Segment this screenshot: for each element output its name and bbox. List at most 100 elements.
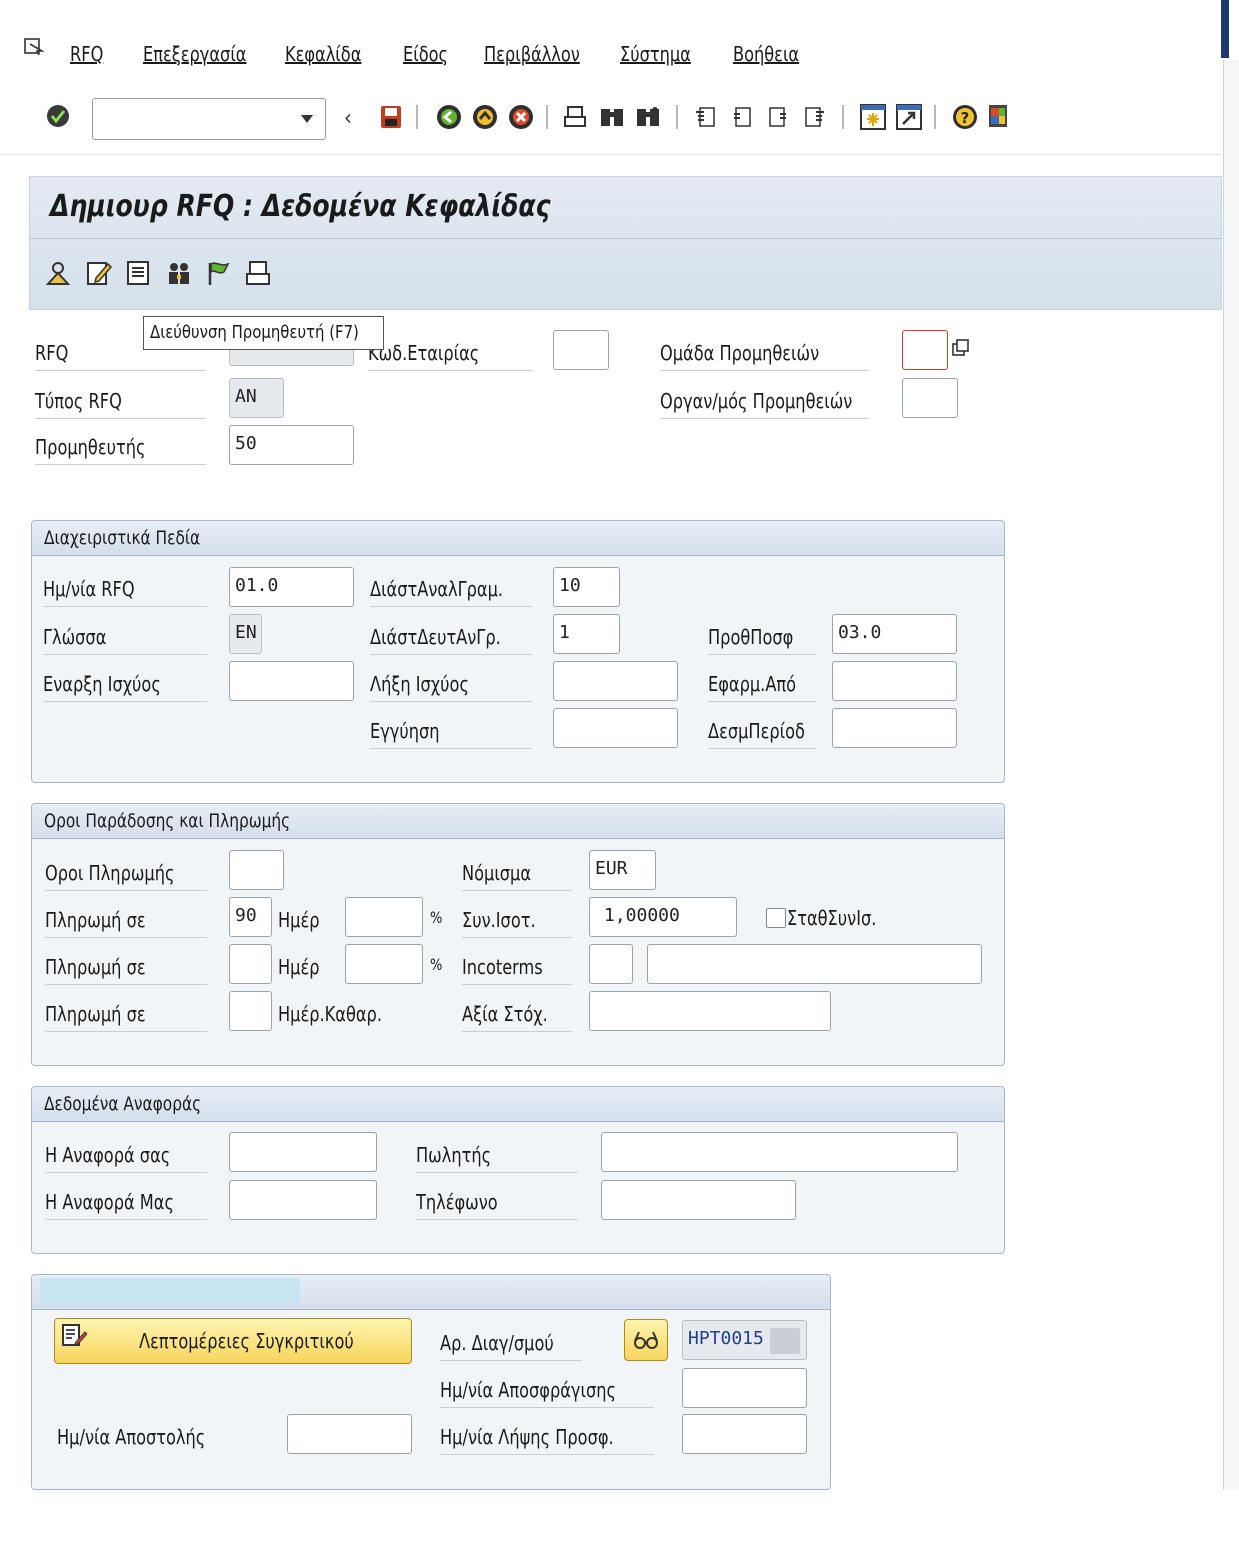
print-preview-icon[interactable] xyxy=(246,260,270,290)
dropdown-arrow-icon[interactable] xyxy=(301,115,313,123)
toolbar-separator xyxy=(546,105,548,129)
company-code-field[interactable] xyxy=(553,330,609,370)
subitem-interval-field[interactable]: 1 xyxy=(553,614,620,654)
comparison-details-button[interactable]: Λεπτομέρειες Συγκριτικού xyxy=(54,1318,412,1364)
toolbar-separator xyxy=(416,105,418,129)
unsealing-date-field[interactable] xyxy=(682,1368,807,1408)
enter-check-icon[interactable] xyxy=(46,104,70,132)
percent-sign: % xyxy=(430,908,443,927)
next-page-icon[interactable] xyxy=(766,106,790,132)
binding-period-label: ΔεσμΠερίοδ xyxy=(708,718,816,749)
telephone-field[interactable] xyxy=(601,1180,796,1220)
toolbar-left-arrow-icon[interactable]: ‹ xyxy=(344,106,352,131)
title-separator xyxy=(29,238,1222,239)
find-icon[interactable] xyxy=(600,106,624,132)
validity-start-field[interactable] xyxy=(229,661,354,701)
validity-start-label: Εναρξη Ισχύος xyxy=(43,671,207,702)
shortcut-icon[interactable] xyxy=(896,104,922,134)
menu-edit[interactable]: Επεξεργασία xyxy=(143,42,246,66)
cancel-icon[interactable] xyxy=(508,104,534,134)
tender-lookup-button[interactable] xyxy=(624,1319,668,1361)
last-page-icon[interactable] xyxy=(802,106,826,132)
target-value-field[interactable] xyxy=(589,991,831,1031)
payment-percent-1-field[interactable] xyxy=(345,897,423,937)
net-payment-days-field[interactable] xyxy=(229,991,272,1031)
warranty-field[interactable] xyxy=(553,708,678,748)
quotation-receipt-date-field[interactable] xyxy=(682,1414,807,1454)
your-reference-field[interactable] xyxy=(229,1132,377,1172)
terms-group-title: Οροι Παράδοσης και Πληρωμής xyxy=(44,810,291,832)
send-date-field[interactable] xyxy=(287,1414,412,1454)
incoterms-code-field[interactable] xyxy=(589,944,633,984)
tender-number-label: Αρ. Διαγ/σμού xyxy=(440,1330,583,1361)
our-reference-label: Η Αναφορά Μας xyxy=(45,1189,207,1220)
page-title: Δημιουρ RFQ : Δεδομένα Κεφαλίδας xyxy=(50,189,551,224)
our-reference-field[interactable] xyxy=(229,1180,377,1220)
menu-icon[interactable] xyxy=(24,38,45,56)
tooltip-text: Διεύθυνση Προμηθευτή (F7) xyxy=(150,322,359,343)
find-next-icon[interactable] xyxy=(636,106,660,132)
menu-system[interactable]: Σύστημα xyxy=(620,42,691,66)
unsealing-date-label: Ημ/νία Αποσφράγισης xyxy=(440,1377,655,1408)
purchasing-org-label: Οργαν/μός Προμηθειών xyxy=(660,388,869,419)
payment-in-label: Πληρωμή σε xyxy=(45,1001,207,1032)
print-icon[interactable] xyxy=(564,106,586,132)
back-icon[interactable] xyxy=(436,104,462,134)
vendor-field[interactable]: 50 xyxy=(229,425,354,465)
menu-environment[interactable]: Περιβάλλον xyxy=(484,42,580,66)
subitem-interval-label: ΔιάστΔευτΑνΓρ. xyxy=(370,624,532,655)
group-header: Οροι Παράδοσης και Πληρωμής xyxy=(32,804,1004,839)
header-details-icon[interactable] xyxy=(126,260,150,290)
exchange-rate-field[interactable]: 1,00000 xyxy=(589,897,737,937)
payment-in-label: Πληρωμή σε xyxy=(45,954,207,985)
header-texts-icon[interactable] xyxy=(86,260,113,290)
item-interval-field[interactable]: 10 xyxy=(553,567,620,607)
salesperson-field[interactable] xyxy=(601,1132,958,1172)
command-field[interactable] xyxy=(92,98,326,140)
redacted-tender-suffix xyxy=(770,1328,800,1354)
previous-page-icon[interactable] xyxy=(730,106,754,132)
exit-icon[interactable] xyxy=(472,104,498,134)
apply-by-label: Εφαρμ.Από xyxy=(708,671,816,702)
percent-sign: % xyxy=(430,955,443,974)
quotation-deadline-field[interactable]: 03.0 xyxy=(832,614,957,654)
menu-bar: RFQ Επεξεργασία Κεφαλίδα Είδος Περιβάλλο… xyxy=(0,0,1221,84)
menu-rfq[interactable]: RFQ xyxy=(70,42,103,66)
payment-in-label: Πληρωμή σε xyxy=(45,907,207,938)
customize-layout-icon[interactable] xyxy=(986,104,1012,134)
glasses-icon xyxy=(633,1329,659,1355)
new-session-icon[interactable] xyxy=(860,104,886,134)
company-code-label: Κωδ.Εταιρίας xyxy=(368,340,533,371)
incoterms-location-field[interactable] xyxy=(647,944,982,984)
purchasing-group-field[interactable] xyxy=(902,330,948,370)
help-icon[interactable]: ? xyxy=(952,104,978,134)
currency-field[interactable]: EUR xyxy=(589,850,656,890)
first-page-icon[interactable] xyxy=(694,106,718,132)
vendor-address-icon[interactable] xyxy=(45,260,71,290)
purchasing-org-field[interactable] xyxy=(902,378,958,418)
f4-help-icon[interactable] xyxy=(951,338,971,362)
menu-help[interactable]: Βοήθεια xyxy=(733,42,799,66)
menu-header[interactable]: Κεφαλίδα xyxy=(285,42,361,66)
save-icon[interactable] xyxy=(380,105,402,133)
payment-percent-2-field[interactable] xyxy=(345,944,423,984)
language-field: EN xyxy=(229,614,262,654)
payment-days-1-field[interactable]: 90 xyxy=(229,897,272,937)
fixed-rate-checkbox[interactable] xyxy=(766,908,786,928)
apply-by-field[interactable] xyxy=(832,661,957,701)
menu-item[interactable]: Είδος xyxy=(403,42,448,66)
salesperson-label: Πωλητής xyxy=(416,1142,578,1173)
quotation-receipt-date-label: Ημ/νία Λήψης Προσφ. xyxy=(440,1424,655,1455)
rfq-date-field[interactable]: 01.0 xyxy=(229,567,354,607)
reference-group-title: Δεδομένα Αναφοράς xyxy=(44,1093,202,1115)
incoterms-label: Incoterms xyxy=(462,954,572,985)
partners-icon[interactable] xyxy=(166,260,192,290)
group-header: Διαχειριστικά Πεδία xyxy=(32,521,1004,556)
payment-days-2-field[interactable] xyxy=(229,944,272,984)
status-flag-icon[interactable] xyxy=(206,260,232,290)
payment-terms-field[interactable] xyxy=(229,850,284,890)
validity-end-field[interactable] xyxy=(553,661,678,701)
telephone-label: Τηλέφωνο xyxy=(416,1189,578,1220)
svg-text:?: ? xyxy=(961,109,970,127)
binding-period-field[interactable] xyxy=(832,708,957,748)
